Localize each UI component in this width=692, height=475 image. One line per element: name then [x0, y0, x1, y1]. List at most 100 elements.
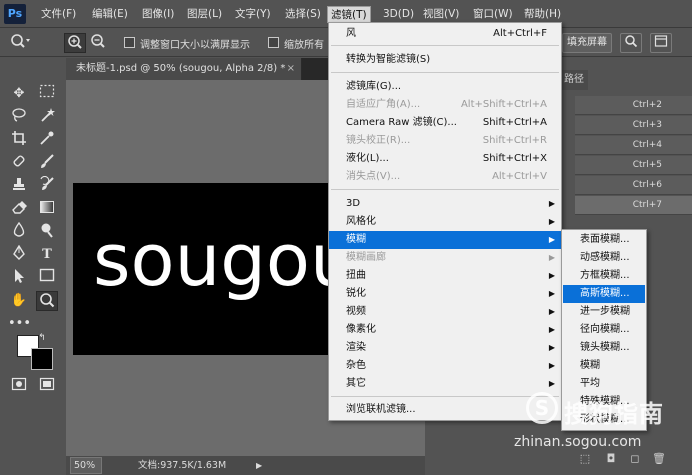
submenu-item-blur[interactable]: 模糊	[563, 357, 645, 375]
menu-item-liquify[interactable]: 液化(L)... Shift+Ctrl+X	[329, 150, 561, 168]
zoom-tool-preset-icon[interactable]	[6, 33, 36, 53]
menu-item-lens-correction: 镜头校正(R)... Shift+Ctrl+R	[346, 135, 547, 146]
document-tab[interactable]: 未标题-1.psd @ 50% (sougou, Alpha 2/8) * ×	[66, 58, 302, 80]
menu-item-wind[interactable]: 风 Alt+Ctrl+F	[329, 25, 561, 43]
menu-item-filter-gallery[interactable]: 滤镜库(G)...	[329, 78, 561, 96]
brush-tool-icon[interactable]	[36, 153, 58, 173]
menu-item-blur[interactable]: 模糊 ▶	[329, 231, 561, 249]
menu-image[interactable]: 图像(I)	[139, 6, 177, 23]
quick-mask-icon[interactable]	[8, 377, 30, 397]
submenu-arrow-icon: ▶	[548, 235, 555, 244]
watermark: S 搜狗指南 zhinan.sogou.com	[512, 390, 690, 460]
marquee-tool-icon[interactable]	[36, 84, 58, 104]
channel-row[interactable]: Ctrl+2	[575, 96, 692, 115]
more-tools-icon[interactable]: •••	[8, 314, 31, 334]
menu-item-pixelate[interactable]: 像素化 ▶	[329, 321, 561, 339]
type-tool-icon[interactable]: T	[36, 245, 58, 265]
fill-screen-button[interactable]: 填充屏幕	[562, 33, 612, 53]
blur-tool-icon[interactable]	[8, 221, 30, 242]
menu-file[interactable]: 文件(F)	[38, 6, 79, 23]
menu-separator	[331, 72, 559, 73]
submenu-item-motion-blur[interactable]: 动感模糊...	[563, 249, 645, 267]
zoom-all-label: 缩放所有	[284, 40, 324, 51]
menu-item-distort[interactable]: 扭曲 ▶	[329, 267, 561, 285]
zoom-out-icon[interactable]	[87, 33, 109, 53]
menu-edit[interactable]: 编辑(E)	[89, 6, 131, 23]
menu-item-video[interactable]: 视频 ▶	[329, 303, 561, 321]
resize-windows-label: 调整窗口大小以满屏显示	[140, 40, 250, 51]
paths-tab[interactable]: 路径	[560, 70, 588, 90]
menu-help[interactable]: 帮助(H)	[521, 6, 564, 23]
submenu-arrow-icon: ▶	[548, 271, 555, 280]
screen-mode-icon[interactable]	[36, 377, 58, 397]
submenu-item-surface-blur[interactable]: 表面模糊...	[563, 231, 645, 249]
submenu-item-gaussian-blur[interactable]: 高斯模糊...	[563, 285, 645, 303]
history-brush-tool-icon[interactable]	[36, 175, 58, 196]
crop-tool-icon[interactable]	[8, 130, 30, 150]
lasso-tool-icon[interactable]	[8, 107, 30, 127]
clone-stamp-tool-icon[interactable]	[8, 176, 30, 196]
submenu-arrow-icon: ▶	[548, 289, 555, 298]
status-bar: 50% 文档:937.5K/1.63M ▶	[66, 456, 426, 475]
submenu-item-blur-more[interactable]: 进一步模糊	[563, 303, 645, 321]
close-icon[interactable]: ×	[287, 58, 295, 80]
menu-view[interactable]: 视图(V)	[420, 6, 462, 23]
submenu-item-box-blur[interactable]: 方框模糊...	[563, 267, 645, 285]
workspace-icon[interactable]	[650, 33, 672, 53]
watermark-text: 搜狗指南	[564, 400, 664, 428]
eraser-tool-icon[interactable]	[8, 199, 30, 219]
channel-row[interactable]: Ctrl+5	[575, 156, 692, 175]
dodge-tool-icon[interactable]	[36, 222, 58, 242]
hand-tool-icon[interactable]: ✋	[8, 291, 30, 311]
menu-separator	[331, 189, 559, 190]
menu-select[interactable]: 选择(S)	[282, 6, 324, 23]
menu-item-convert-smart-filter[interactable]: 转换为智能滤镜(S)	[329, 51, 561, 69]
menu-item-blur-gallery: 模糊画廊 ▶	[329, 249, 561, 267]
search-icon[interactable]	[620, 33, 642, 53]
background-color-swatch[interactable]	[31, 348, 53, 370]
channel-row[interactable]: Ctrl+6	[575, 176, 692, 195]
eyedropper-tool-icon[interactable]	[36, 130, 58, 150]
menu-item-sharpen[interactable]: 锐化 ▶	[329, 285, 561, 303]
menu-separator	[331, 45, 559, 46]
pen-tool-icon[interactable]	[8, 244, 30, 265]
submenu-arrow-icon: ▶	[548, 307, 555, 316]
resize-windows-checkbox[interactable]	[124, 37, 135, 48]
document-size: 文档:937.5K/1.63M	[138, 460, 227, 471]
photoshop-logo: Ps	[4, 4, 26, 24]
path-selection-tool-icon[interactable]	[8, 268, 30, 288]
submenu-arrow-icon: ▶	[548, 199, 555, 208]
menu-layer[interactable]: 图层(L)	[184, 6, 225, 23]
zoom-in-icon[interactable]	[64, 33, 86, 53]
menu-item-noise[interactable]: 杂色 ▶	[329, 357, 561, 375]
submenu-item-lens-blur[interactable]: 镜头模糊...	[563, 339, 645, 357]
gradient-tool-icon[interactable]	[36, 199, 58, 219]
status-menu-arrow-icon[interactable]: ▶	[256, 456, 262, 475]
submenu-arrow-icon: ▶	[548, 217, 555, 226]
canvas-text: sougou	[93, 218, 333, 302]
watermark-url: zhinan.sogou.com	[514, 434, 642, 450]
zoom-tool-icon[interactable]	[36, 291, 58, 311]
menu-item-adaptive-wide-angle: 自适应广角(A)... Alt+Shift+Ctrl+A	[346, 99, 547, 110]
rectangle-tool-icon[interactable]	[36, 268, 58, 288]
menu-item-stylize[interactable]: 风格化 ▶	[329, 213, 561, 231]
canvas[interactable]: sougou	[73, 183, 333, 355]
move-tool-icon[interactable]: ✥	[8, 84, 30, 104]
channel-row[interactable]: Ctrl+4	[575, 136, 692, 155]
menu-type[interactable]: 文字(Y)	[232, 6, 274, 23]
swap-colors-icon[interactable]: ↰	[34, 332, 50, 344]
channel-row[interactable]: Ctrl+7	[575, 196, 692, 215]
menu-item-render[interactable]: 渲染 ▶	[329, 339, 561, 357]
menu-3d[interactable]: 3D(D)	[380, 6, 417, 23]
zoom-all-checkbox[interactable]	[268, 37, 279, 48]
document-title: 未标题-1.psd @ 50% (sougou, Alpha 2/8) *	[76, 63, 286, 74]
channel-row[interactable]: Ctrl+3	[575, 116, 692, 135]
zoom-level[interactable]: 50%	[70, 457, 102, 474]
menu-item-3d[interactable]: 3D ▶	[329, 195, 561, 213]
menu-window[interactable]: 窗口(W)	[470, 6, 516, 23]
submenu-item-radial-blur[interactable]: 径向模糊...	[563, 321, 645, 339]
menu-filter[interactable]: 滤镜(T)	[327, 6, 371, 23]
menu-item-camera-raw[interactable]: Camera Raw 滤镜(C)... Shift+Ctrl+A	[329, 114, 561, 132]
healing-brush-tool-icon[interactable]	[8, 153, 30, 173]
magic-wand-tool-icon[interactable]	[36, 107, 58, 127]
